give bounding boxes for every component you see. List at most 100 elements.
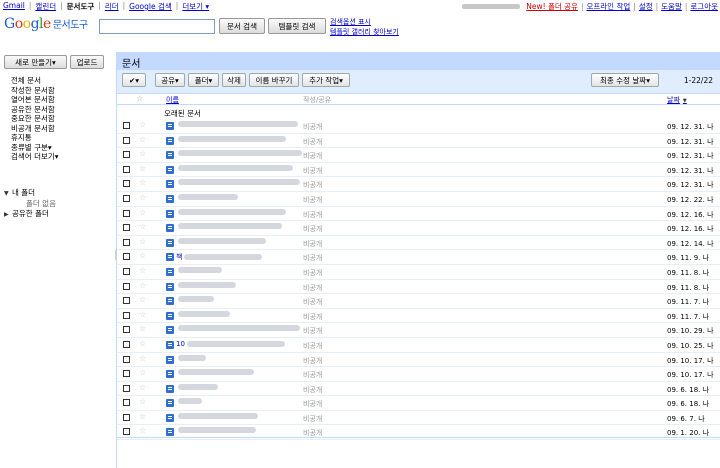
table-row[interactable]: ☆ 비공개 09. 6. 18. 나 bbox=[117, 382, 720, 397]
google-docs-logo[interactable]: Google 문서도구 bbox=[4, 16, 88, 32]
table-row[interactable]: ☆ 비공개 09. 12. 16. 나 bbox=[117, 207, 720, 222]
delete-button[interactable]: 삭제 bbox=[222, 73, 246, 87]
select-menu-button[interactable]: ✔▾ bbox=[122, 73, 146, 87]
share-button[interactable]: 공유▾ bbox=[155, 73, 185, 87]
table-row[interactable]: ☆ 비공개 09. 11. 8. 나 bbox=[117, 265, 720, 280]
row-checkbox[interactable] bbox=[123, 224, 130, 232]
star-icon[interactable]: ☆ bbox=[139, 295, 146, 304]
row-checkbox[interactable] bbox=[123, 238, 130, 246]
star-icon[interactable]: ☆ bbox=[139, 368, 146, 377]
document-name[interactable] bbox=[176, 383, 218, 390]
rename-button[interactable]: 이름 바꾸기 bbox=[249, 73, 299, 87]
document-name[interactable] bbox=[176, 412, 258, 419]
search-input[interactable] bbox=[99, 19, 215, 34]
show-search-options-link[interactable]: 검색옵션 표시 bbox=[330, 17, 399, 27]
star-icon[interactable]: ☆ bbox=[139, 178, 146, 187]
table-row[interactable]: ☆ 비공개 09. 11. 7. 나 bbox=[117, 294, 720, 309]
sidebar-nav-item[interactable]: 작성한 문서함 bbox=[11, 86, 59, 96]
row-checkbox[interactable] bbox=[123, 370, 130, 378]
document-name[interactable] bbox=[176, 121, 298, 127]
star-icon[interactable]: ☆ bbox=[139, 135, 146, 144]
triangle-right-icon[interactable]: ▶ bbox=[4, 210, 12, 220]
document-name[interactable] bbox=[176, 266, 222, 273]
sidebar-nav-item[interactable]: 휴지통 bbox=[11, 133, 59, 143]
star-icon[interactable]: ☆ bbox=[139, 164, 146, 173]
row-checkbox[interactable] bbox=[123, 151, 130, 159]
row-checkbox[interactable] bbox=[123, 297, 130, 305]
star-icon[interactable]: ☆ bbox=[139, 222, 146, 231]
date-column-header[interactable]: 날짜 ▼ bbox=[667, 95, 687, 105]
star-icon[interactable]: ☆ bbox=[139, 251, 146, 260]
row-checkbox[interactable] bbox=[123, 384, 130, 392]
document-name[interactable] bbox=[176, 150, 302, 157]
row-checkbox[interactable] bbox=[123, 180, 130, 188]
star-icon[interactable]: ☆ bbox=[139, 324, 146, 333]
table-row[interactable]: ☆ 비공개 09. 10. 17. 나 bbox=[117, 353, 720, 368]
resize-handle[interactable] bbox=[115, 250, 117, 260]
row-checkbox[interactable] bbox=[123, 311, 130, 319]
star-icon[interactable]: ☆ bbox=[139, 120, 146, 129]
star-icon[interactable]: ☆ bbox=[139, 383, 146, 392]
star-icon[interactable]: ☆ bbox=[139, 208, 146, 217]
logout-link[interactable]: 로그아웃 bbox=[690, 1, 718, 12]
row-checkbox[interactable] bbox=[123, 282, 130, 290]
top-nav-item[interactable]: 더보기 ▾ bbox=[182, 1, 209, 12]
document-name[interactable] bbox=[176, 281, 236, 288]
top-nav-item[interactable]: 문서도구 bbox=[67, 1, 95, 12]
top-nav-item[interactable]: 캘린더 bbox=[35, 1, 56, 12]
upload-button[interactable]: 업로드 bbox=[70, 55, 104, 69]
sidebar-nav-item[interactable]: 공유한 문서함 bbox=[11, 105, 59, 115]
template-gallery-link[interactable]: 템플릿 갤러리 찾아보기 bbox=[330, 27, 399, 37]
table-row[interactable]: ☆ 비공개 09. 6. 7. 나 bbox=[117, 411, 720, 426]
table-row[interactable]: ☆ 비공개 09. 11. 7. 나 bbox=[117, 309, 720, 324]
row-checkbox[interactable] bbox=[123, 194, 130, 202]
sidebar-nav-item[interactable]: 중요한 문서함 bbox=[11, 114, 59, 124]
star-icon[interactable]: ☆ bbox=[139, 193, 146, 202]
row-checkbox[interactable] bbox=[123, 326, 130, 334]
document-name[interactable]: 10 bbox=[176, 340, 285, 348]
table-row[interactable]: ☆ 비공개 09. 12. 31. 나 bbox=[117, 119, 720, 134]
star-icon[interactable]: ☆ bbox=[139, 397, 146, 406]
star-icon[interactable]: ☆ bbox=[139, 426, 146, 435]
document-name[interactable] bbox=[176, 325, 300, 332]
table-row[interactable]: ☆ 비공개 09. 11. 8. 나 bbox=[117, 280, 720, 295]
triangle-down-icon[interactable]: ▼ bbox=[4, 189, 12, 199]
row-checkbox[interactable] bbox=[123, 267, 130, 275]
document-name[interactable] bbox=[176, 354, 206, 361]
top-nav-item[interactable]: Gmail bbox=[3, 1, 25, 12]
new-folder-sharing-link[interactable]: New! 폴더 공유 bbox=[526, 1, 578, 12]
star-icon[interactable]: ☆ bbox=[139, 149, 146, 158]
document-name[interactable] bbox=[176, 427, 256, 434]
row-checkbox[interactable] bbox=[123, 165, 130, 173]
star-icon[interactable]: ☆ bbox=[139, 281, 146, 290]
row-checkbox[interactable] bbox=[123, 340, 130, 348]
document-name[interactable] bbox=[176, 296, 214, 303]
star-icon[interactable]: ☆ bbox=[139, 354, 146, 363]
shared-folders-item[interactable]: ▶ 공유한 폴더 bbox=[4, 209, 56, 220]
document-name[interactable]: 책 bbox=[176, 252, 263, 262]
row-checkbox[interactable] bbox=[123, 209, 130, 217]
top-nav-item[interactable]: Google 검색 bbox=[129, 1, 172, 12]
table-row[interactable]: ☆ 비공개 09. 10. 17. 나 bbox=[117, 367, 720, 382]
table-row[interactable]: ☆ 10 비공개 09. 10. 25. 나 bbox=[117, 338, 720, 353]
table-row[interactable]: ☆ 비공개 09. 12. 31. 나 bbox=[117, 177, 720, 192]
row-checkbox[interactable] bbox=[123, 428, 130, 436]
document-name[interactable] bbox=[176, 179, 300, 186]
table-row[interactable]: ☆ 비공개 09. 12. 31. 나 bbox=[117, 148, 720, 163]
document-name[interactable] bbox=[176, 223, 282, 230]
sidebar-nav-item[interactable]: 열어본 문서함 bbox=[11, 95, 59, 105]
document-name[interactable] bbox=[176, 369, 254, 376]
sidebar-nav-item[interactable]: 전체 문서 bbox=[11, 76, 59, 86]
settings-link[interactable]: 설정 bbox=[639, 1, 653, 12]
sidebar-nav-item[interactable]: 종류별 구분▾ bbox=[11, 143, 59, 153]
table-row[interactable]: ☆ 비공개 09. 12. 31. 나 bbox=[117, 134, 720, 149]
row-checkbox[interactable] bbox=[123, 136, 130, 144]
row-checkbox[interactable] bbox=[123, 355, 130, 363]
document-name[interactable] bbox=[176, 208, 286, 215]
table-row[interactable]: ☆ 비공개 09. 12. 31. 나 bbox=[117, 163, 720, 178]
table-row[interactable]: ☆ 비공개 09. 12. 22. 나 bbox=[117, 192, 720, 207]
sort-by-button[interactable]: 최종 수정 날짜▾ bbox=[591, 73, 659, 87]
row-checkbox[interactable] bbox=[123, 399, 130, 407]
star-icon[interactable]: ☆ bbox=[139, 412, 146, 421]
star-icon[interactable]: ☆ bbox=[139, 266, 146, 275]
